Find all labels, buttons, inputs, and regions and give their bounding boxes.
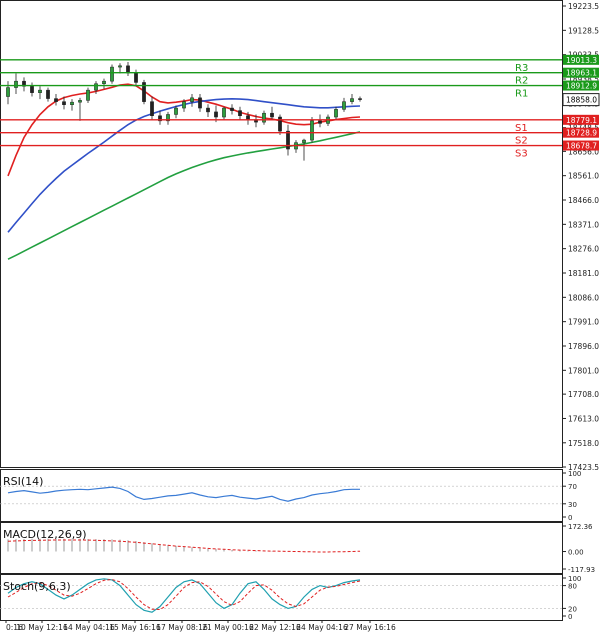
level-price-label: 18678.7 <box>566 142 597 151</box>
main-panel-border <box>0 0 563 468</box>
y-tick-label: 17613.0 <box>568 414 599 423</box>
candle-body <box>302 139 306 143</box>
candle-body <box>246 115 250 120</box>
candle-body <box>110 66 114 82</box>
candle-body <box>150 101 154 116</box>
y-tick-label: 18276.0 <box>568 245 599 254</box>
x-tick-label: 15 May 16:16 <box>109 623 161 632</box>
candle-body <box>206 107 210 113</box>
y-tick-label: 18466.0 <box>568 196 599 205</box>
y-tick-label: 18086.0 <box>568 293 599 302</box>
candle-body <box>54 98 58 102</box>
indicator-tick-label: 0 <box>568 514 572 522</box>
x-tick-label: 17 May 08:16 <box>156 623 208 632</box>
indicator-panel-border <box>0 574 563 621</box>
candle-body <box>182 101 186 109</box>
candle-body <box>78 100 82 103</box>
candle-body <box>6 87 10 97</box>
candle-body <box>14 80 18 88</box>
candle-body <box>262 112 266 123</box>
indicator-panels: 100 70 30 0 RSI(14) 172.36 0.00 -117.93 MACD(12,… <box>0 469 595 621</box>
indicator-tick-label: 172.36 <box>568 523 593 531</box>
x-tick-label: 27 May 16:16 <box>344 623 396 632</box>
indicator-name: Stoch(9,6,3) <box>3 580 71 593</box>
candle-body <box>230 107 234 111</box>
y-tick-label: 19223.5 <box>568 2 599 11</box>
level-price-label: 18963.1 <box>566 69 597 78</box>
indicator-tick-label: 30 <box>568 501 577 509</box>
candle-body <box>190 97 194 102</box>
indicator-name: RSI(14) <box>3 475 43 488</box>
candle-body <box>222 107 226 118</box>
time-axis: 0:1610 May 12:1614 May 04:1615 May 16:16… <box>5 620 396 632</box>
y-tick-label: 17896.0 <box>568 342 599 351</box>
x-tick-label: 10 May 12:16 <box>16 623 68 632</box>
candle-body <box>350 98 354 102</box>
level-name: S3 <box>515 149 528 160</box>
level-price-label: 18912.9 <box>566 82 597 91</box>
candle-body <box>118 65 122 68</box>
chart-frame <box>0 0 563 468</box>
candle-body <box>286 130 290 150</box>
indicator-panel: 172.36 0.00 -117.93 MACD(12,26,9) <box>0 522 595 574</box>
candle-body <box>94 83 98 91</box>
indicator-panel-border <box>0 469 563 522</box>
price-chart: 19223.519128.519033.518938.518843.518748… <box>0 0 600 632</box>
indicator-panel: 10080200Stoch(9,6,3) <box>0 574 581 621</box>
candle-body <box>70 101 74 105</box>
y-tick-label: 17708.0 <box>568 390 599 399</box>
level-price-label: 18728.9 <box>566 129 597 138</box>
y-tick-label: 18561.0 <box>568 172 599 181</box>
candle-body <box>334 109 338 118</box>
x-tick-label: 21 May 00:16 <box>202 623 254 632</box>
y-tick-label: 17991.0 <box>568 318 599 327</box>
x-tick-label: 14 May 04:16 <box>63 623 115 632</box>
level-name: R1 <box>515 89 528 100</box>
candle-body <box>62 101 66 105</box>
candle-body <box>358 98 362 100</box>
level-price-label: 18779.1 <box>566 116 597 125</box>
candle-body <box>102 80 106 84</box>
candle-body <box>126 65 130 74</box>
indicator-tick-label: 0 <box>568 613 572 621</box>
candle-body <box>270 112 274 118</box>
candle-body <box>46 89 50 99</box>
candle-body <box>238 110 242 116</box>
candle-body <box>310 120 314 141</box>
candle-body <box>318 120 322 124</box>
indicator-tick-label: -117.93 <box>568 566 595 574</box>
y-tick-label: 17801.0 <box>568 366 599 375</box>
candle-body <box>134 72 138 83</box>
indicator-tick-label: 0.00 <box>568 549 584 557</box>
x-tick-label: 24 May 04:16 <box>296 623 348 632</box>
indicator-tick-label: 70 <box>568 483 577 491</box>
indicator-panel: 100 70 30 0 RSI(14) <box>0 469 581 522</box>
candle-body <box>198 97 202 109</box>
indicator-tick-label: 80 <box>568 583 577 591</box>
level-price-label: 19013.3 <box>566 56 597 65</box>
y-tick-label: 17518.0 <box>568 439 599 448</box>
candle-body <box>30 86 34 93</box>
indicator-tick-label: 100 <box>568 470 581 478</box>
candle-body <box>342 101 346 110</box>
candle-body <box>174 107 178 115</box>
candle-body <box>38 89 42 93</box>
indicator-name: MACD(12,26,9) <box>3 528 87 541</box>
y-tick-label: 18181.0 <box>568 269 599 278</box>
current-price-tag: 18858.0 <box>562 93 600 107</box>
x-tick-label: 22 May 12:16 <box>249 623 301 632</box>
y-tick-label: 19128.5 <box>568 26 599 35</box>
y-tick-label: 18371.0 <box>568 220 599 229</box>
candle-body <box>214 111 218 118</box>
candle-body <box>86 89 90 101</box>
current-price-label: 18858.0 <box>566 96 597 105</box>
